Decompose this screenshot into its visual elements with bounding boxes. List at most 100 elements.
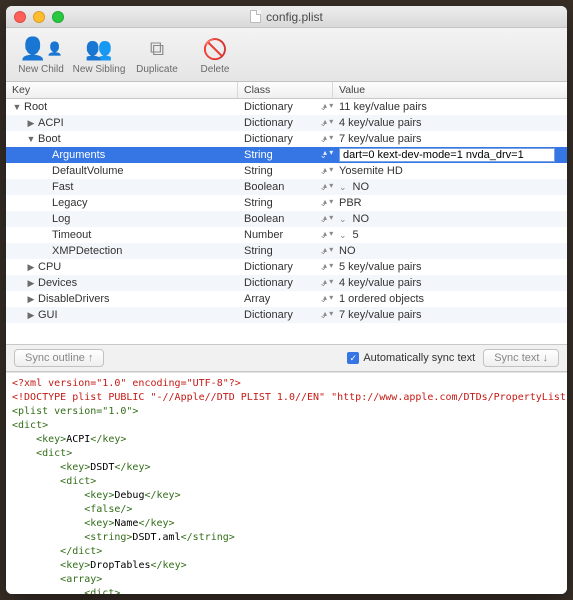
row-class[interactable]: Dictionary	[238, 277, 333, 289]
row-value[interactable]: ▴ ▾7 key/value pairs	[333, 309, 567, 321]
table-row[interactable]: ▶Devices Dictionary▴ ▾4 key/value pairs	[6, 275, 567, 291]
row-class[interactable]: Array	[238, 293, 333, 305]
table-row[interactable]: TimeoutNumber▴ ▾⌄5	[6, 227, 567, 243]
table-row[interactable]: ▶DisableDriversArray▴ ▾1 ordered objects	[6, 291, 567, 307]
row-key: ACPI	[38, 117, 64, 129]
disclosure-closed-icon[interactable]: ▶	[26, 118, 36, 129]
table-row[interactable]: Log Boolean▴ ▾⌄NO	[6, 211, 567, 227]
row-class[interactable]: Dictionary	[238, 261, 333, 273]
xml-line: <!DOCTYPE plist PUBLIC "-//Apple//DTD PL…	[12, 391, 561, 405]
row-value[interactable]: ▴ ▾NO	[333, 245, 567, 257]
table-row[interactable]: FastBoolean▴ ▾⌄NO	[6, 179, 567, 195]
value-text: NO	[353, 181, 370, 193]
chevron-down-icon[interactable]: ⌄	[339, 230, 347, 240]
stepper-icon[interactable]: ▴ ▾	[323, 183, 333, 188]
window: config.plist 👤👤 New Child 👥 New Sibling …	[6, 6, 567, 594]
row-value[interactable]: ▴ ▾7 key/value pairs	[333, 133, 567, 145]
new-sibling-icon: 👥	[85, 34, 112, 64]
stepper-icon[interactable]: ▴ ▾	[323, 311, 333, 316]
zoom-icon[interactable]	[52, 11, 64, 23]
value-text: 1 ordered objects	[339, 293, 424, 305]
row-value[interactable]: ▴ ▾11 key/value pairs	[333, 101, 567, 113]
row-class[interactable]: Number	[238, 229, 333, 241]
sync-bar: Sync outline ↑ ✓ Automatically sync text…	[6, 344, 567, 372]
disclosure-closed-icon[interactable]: ▶	[26, 262, 36, 273]
disclosure-closed-icon[interactable]: ▶	[26, 310, 36, 321]
row-key: Legacy	[52, 197, 87, 209]
table-row[interactable]: ▼RootDictionary▴ ▾11 key/value pairs	[6, 99, 567, 115]
row-class[interactable]: String	[238, 165, 333, 177]
stepper-icon[interactable]: ▴ ▾	[323, 247, 333, 252]
stepper-icon[interactable]: ▴ ▾	[323, 167, 333, 172]
header-key[interactable]: Key	[6, 82, 238, 98]
row-class[interactable]: Dictionary	[238, 309, 333, 321]
row-class[interactable]: Dictionary	[238, 101, 333, 113]
row-value[interactable]: ▴ ▾⌄NO	[333, 181, 567, 193]
row-class[interactable]: Dictionary	[238, 117, 333, 129]
stepper-icon[interactable]: ▴ ▾	[323, 199, 333, 204]
stepper-icon[interactable]: ▴ ▾	[323, 135, 333, 140]
new-sibling-button[interactable]: 👥 New Sibling	[70, 28, 128, 81]
row-key: Root	[24, 101, 47, 113]
chevron-down-icon[interactable]: ⌄	[339, 182, 347, 192]
stepper-icon[interactable]: ▴ ▾	[323, 215, 333, 220]
row-value[interactable]: ▴ ▾PBR	[333, 197, 567, 209]
row-class[interactable]: String	[238, 245, 333, 257]
new-child-button[interactable]: 👤👤 New Child	[12, 28, 70, 81]
stepper-icon[interactable]: ▴ ▾	[323, 150, 333, 155]
row-value[interactable]: ▴ ▾dart=0 kext-dev-mode=1 nvda_drv=1	[333, 148, 567, 162]
table-row[interactable]: Legacy String▴ ▾PBR	[6, 195, 567, 211]
header-class[interactable]: Class	[238, 82, 333, 98]
duplicate-button[interactable]: ⧉ Duplicate	[128, 28, 186, 81]
row-key: Devices	[38, 277, 77, 289]
delete-button[interactable]: 🚫 Delete	[186, 28, 244, 81]
value-editor[interactable]: dart=0 kext-dev-mode=1 nvda_drv=1	[339, 148, 555, 162]
stepper-icon[interactable]: ▴ ▾	[323, 263, 333, 268]
table-row[interactable]: ▶CPUDictionary▴ ▾5 key/value pairs	[6, 259, 567, 275]
stepper-icon[interactable]: ▴ ▾	[323, 295, 333, 300]
stepper-icon[interactable]: ▴ ▾	[323, 103, 333, 108]
disclosure-open-icon[interactable]: ▼	[12, 102, 22, 112]
row-class[interactable]: String	[238, 149, 333, 161]
disclosure-closed-icon[interactable]: ▶	[26, 278, 36, 289]
auto-sync-checkbox[interactable]: ✓ Automatically sync text	[347, 352, 475, 364]
row-value[interactable]: ▴ ▾⌄5	[333, 229, 567, 241]
value-text: 7 key/value pairs	[339, 309, 422, 321]
xml-line: <false/>	[12, 503, 561, 517]
title-text: config.plist	[266, 10, 323, 24]
row-key: Log	[52, 213, 70, 225]
row-value[interactable]: ▴ ▾4 key/value pairs	[333, 117, 567, 129]
stepper-icon[interactable]: ▴ ▾	[323, 279, 333, 284]
table-row[interactable]: DefaultVolumeString▴ ▾Yosemite HD	[6, 163, 567, 179]
duplicate-icon: ⧉	[150, 34, 164, 64]
sync-outline-button[interactable]: Sync outline ↑	[14, 349, 104, 367]
stepper-icon[interactable]: ▴ ▾	[323, 119, 333, 124]
outline-view[interactable]: ▼RootDictionary▴ ▾11 key/value pairs▶ACP…	[6, 99, 567, 344]
xml-view[interactable]: <?xml version="1.0" encoding="UTF-8"?><!…	[6, 372, 567, 594]
row-class[interactable]: Boolean	[238, 181, 333, 193]
table-row[interactable]: ArgumentsString▴ ▾dart=0 kext-dev-mode=1…	[6, 147, 567, 163]
disclosure-open-icon[interactable]: ▼	[26, 134, 36, 144]
close-icon[interactable]	[14, 11, 26, 23]
xml-line: <dict>	[12, 587, 561, 594]
table-row[interactable]: ▼BootDictionary▴ ▾7 key/value pairs	[6, 131, 567, 147]
row-value[interactable]: ▴ ▾Yosemite HD	[333, 165, 567, 177]
xml-line: <key>DropTables</key>	[12, 559, 561, 573]
row-value[interactable]: ▴ ▾1 ordered objects	[333, 293, 567, 305]
row-value[interactable]: ▴ ▾5 key/value pairs	[333, 261, 567, 273]
stepper-icon[interactable]: ▴ ▾	[323, 231, 333, 236]
row-value[interactable]: ▴ ▾⌄NO	[333, 213, 567, 225]
table-row[interactable]: XMPDetectionString▴ ▾NO	[6, 243, 567, 259]
chevron-down-icon[interactable]: ⌄	[339, 214, 347, 224]
table-row[interactable]: ▶ACPI Dictionary▴ ▾4 key/value pairs	[6, 115, 567, 131]
value-text: 11 key/value pairs	[339, 101, 427, 113]
table-row[interactable]: ▶GUIDictionary▴ ▾7 key/value pairs	[6, 307, 567, 323]
row-value[interactable]: ▴ ▾4 key/value pairs	[333, 277, 567, 289]
header-value[interactable]: Value	[333, 82, 567, 98]
minimize-icon[interactable]	[33, 11, 45, 23]
row-class[interactable]: Boolean	[238, 213, 333, 225]
row-class[interactable]: String	[238, 197, 333, 209]
sync-text-button[interactable]: Sync text ↓	[483, 349, 559, 367]
disclosure-closed-icon[interactable]: ▶	[26, 294, 36, 305]
row-class[interactable]: Dictionary	[238, 133, 333, 145]
